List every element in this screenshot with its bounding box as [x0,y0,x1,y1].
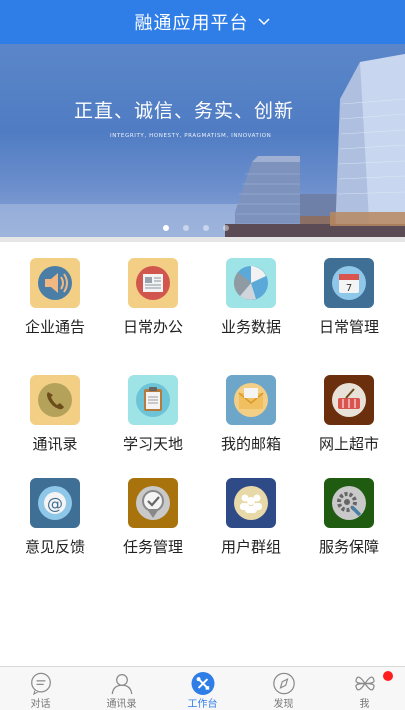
tab-label: 发现 [273,699,294,710]
tab-contacts[interactable]: 通讯录 [81,667,162,710]
tab-label: 我 [359,699,370,710]
tab-workbench[interactable]: 工作台 [162,667,243,710]
grid-item-label: 企业通告 [24,318,85,336]
contacts-icon [111,674,132,695]
carousel-indicator [163,225,229,231]
grid-item-label: 网上超市 [318,435,379,453]
grid-item-feedback[interactable]: @ 意见反馈 [6,478,104,568]
grid-item-service-support[interactable]: 服务保障 [300,478,398,568]
pie-chart-icon [226,258,276,308]
carousel-dot[interactable] [163,225,169,231]
grid-item-online-market[interactable]: 网上超市 [300,375,398,465]
grid-item-label: 业务数据 [220,318,281,336]
section-divider [0,237,405,242]
grid-item-daily-management[interactable]: 7 日常管理 [300,258,398,348]
tab-chat[interactable]: 对话 [0,667,81,710]
carousel-dot[interactable] [223,225,229,231]
tab-me[interactable]: 我 [324,667,405,710]
bottom-tab-bar: 对话 通讯录 工作台 发现 我 [0,666,405,710]
tab-discover[interactable]: 发现 [243,667,324,710]
grid-item-label: 任务管理 [122,538,183,556]
grid-item-task-management[interactable]: 任务管理 [104,478,202,568]
grid-item-label: 通讯录 [32,435,78,453]
group-icon [226,478,276,528]
grid-item-mailbox[interactable]: 我的邮箱 [202,375,300,465]
grid-item-label: 学习天地 [122,435,183,453]
clipboard-icon [128,375,178,425]
grid-item-label: 意见反馈 [24,538,85,556]
chat-icon [30,672,51,695]
grid-item-business-data[interactable]: 业务数据 [202,258,300,348]
grid-item-label: 日常办公 [122,318,183,336]
envelope-icon [226,375,276,425]
tab-label: 通讯录 [106,699,137,710]
grid-item-label: 我的邮箱 [220,435,281,453]
carousel-dot[interactable] [183,225,189,231]
gear-wrench-icon [324,478,374,528]
banner-carousel[interactable]: 正直、诚信、务实、创新 INTEGRITY, HONESTY, PRAGMATI… [0,44,405,237]
check-badge-icon [128,478,178,528]
grid-item-label: 服务保障 [318,538,379,556]
at-sign-icon: @ [30,478,80,528]
phone-icon [30,375,80,425]
grid-item-label: 日常管理 [318,318,379,336]
compass-icon [272,672,295,695]
calendar-icon: 7 [324,258,374,308]
speaker-icon [30,258,80,308]
svg-text:7: 7 [346,283,352,294]
city-skyline-image [0,54,405,237]
grid-item-company-notice[interactable]: 企业通告 [6,258,104,348]
tab-label: 工作台 [187,699,218,710]
grid-item-user-group[interactable]: 用户群组 [202,478,300,568]
grid-item-learning[interactable]: 学习天地 [104,375,202,465]
grid-item-address-book[interactable]: 通讯录 [6,375,104,465]
header-bar: 融通应用平台 [0,0,405,44]
tab-label: 对话 [30,699,51,710]
banner-slogan-english: INTEGRITY, HONESTY, PRAGMATISM, INNOVATI… [110,133,272,139]
chevron-down-icon[interactable] [257,15,271,29]
grid-item-daily-office[interactable]: 日常办公 [104,258,202,348]
svg-text:@: @ [47,494,63,513]
notification-badge [383,671,393,681]
carousel-dot[interactable] [203,225,209,231]
workbench-icon [191,672,214,695]
clover-icon [354,676,375,691]
app-title[interactable]: 融通应用平台 [135,9,249,35]
grid-item-label: 用户群组 [220,538,281,556]
banner-slogan: 正直、诚信、务实、创新 [74,100,295,122]
newspaper-icon [128,258,178,308]
basket-icon [324,375,374,425]
